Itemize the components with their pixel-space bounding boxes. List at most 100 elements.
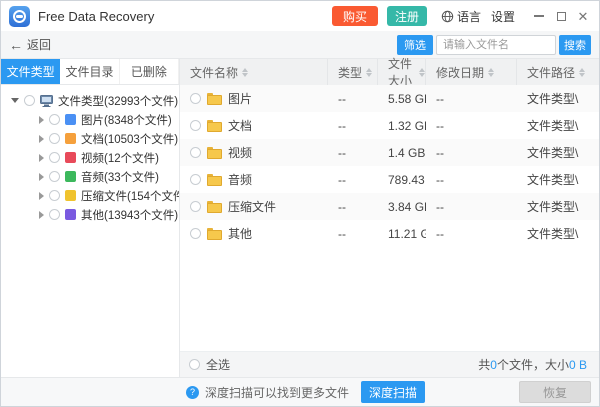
row-checkbox[interactable]	[190, 147, 201, 158]
row-checkbox[interactable]	[190, 93, 201, 104]
row-path: 文件类型\	[517, 90, 599, 107]
search-button[interactable]: 搜索	[559, 35, 591, 55]
column-header-path[interactable]: 文件路径	[517, 59, 599, 85]
selection-bar: 全选 共0个文件，大小0 B	[180, 351, 599, 377]
sort-icon[interactable]	[488, 68, 494, 77]
content-area: 文件类型 文件目录 已删除 文件类型(32993个文件) 图片(8348个文件)	[1, 59, 599, 377]
tree-root-label: 文件类型(32993个文件)	[58, 93, 178, 109]
table-row[interactable]: 音频 -- 789.43 KB -- 文件类型\	[180, 166, 599, 193]
table-body: 图片 -- 5.58 GB -- 文件类型\ 文档 -- 1.32 GB -- …	[180, 85, 599, 351]
row-date: --	[426, 173, 517, 187]
close-icon: ✕	[578, 10, 589, 23]
title-bar: Free Data Recovery 购买 注册 语言 设置 ✕	[1, 1, 599, 31]
select-all-checkbox[interactable]	[189, 359, 200, 370]
sort-icon[interactable]	[579, 68, 585, 77]
maximize-button[interactable]	[553, 8, 569, 24]
language-label: 语言	[457, 8, 481, 25]
sort-icon[interactable]	[242, 68, 248, 77]
row-name: 其他	[228, 225, 252, 242]
tab-file-directory[interactable]: 文件目录	[60, 59, 119, 84]
tree-item-checkbox[interactable]	[49, 133, 60, 144]
document-type-icon	[65, 133, 76, 144]
table-row[interactable]: 视频 -- 1.4 GB -- 文件类型\	[180, 139, 599, 166]
folder-icon	[207, 147, 222, 159]
minimize-button[interactable]	[531, 8, 547, 24]
expand-arrow-icon[interactable]	[39, 173, 44, 181]
app-window: Free Data Recovery 购买 注册 语言 设置 ✕ ← 返回 筛选…	[0, 0, 600, 407]
search-input[interactable]	[436, 35, 556, 55]
table-row[interactable]: 其他 -- 11.21 GB -- 文件类型\	[180, 220, 599, 247]
row-name: 音频	[228, 171, 252, 188]
tree-item-audio[interactable]: 音频(33个文件)	[1, 167, 179, 186]
row-checkbox[interactable]	[190, 174, 201, 185]
image-type-icon	[65, 114, 76, 125]
select-all-control[interactable]: 全选	[189, 356, 230, 373]
table-row[interactable]: 压缩文件 -- 3.84 GB -- 文件类型\	[180, 193, 599, 220]
row-path: 文件类型\	[517, 198, 599, 215]
row-size: 11.21 GB	[378, 227, 426, 241]
row-checkbox[interactable]	[190, 228, 201, 239]
collapse-arrow-icon[interactable]	[11, 98, 19, 103]
back-arrow-icon: ←	[9, 38, 23, 52]
row-size: 789.43 KB	[378, 173, 426, 187]
column-header-date[interactable]: 修改日期	[426, 59, 517, 85]
column-header-type[interactable]: 类型	[328, 59, 378, 85]
table-row[interactable]: 文档 -- 1.32 GB -- 文件类型\	[180, 112, 599, 139]
select-all-label: 全选	[206, 356, 230, 373]
tree-item-archives[interactable]: 压缩文件(154个文件)	[1, 186, 179, 205]
tree-item-checkbox[interactable]	[49, 209, 60, 220]
expand-arrow-icon[interactable]	[39, 192, 44, 200]
folder-icon	[207, 201, 222, 213]
settings-button[interactable]: 设置	[491, 8, 515, 25]
toolbar: ← 返回 筛选 搜索	[1, 31, 599, 59]
register-button[interactable]: 注册	[387, 6, 427, 26]
row-name: 视频	[228, 144, 252, 161]
column-header-size[interactable]: 文件大小	[378, 59, 426, 85]
tree-item-label: 音频(33个文件)	[81, 169, 159, 185]
close-button[interactable]: ✕	[575, 8, 591, 24]
row-size: 3.84 GB	[378, 200, 426, 214]
row-size: 1.32 GB	[378, 119, 426, 133]
expand-arrow-icon[interactable]	[39, 135, 44, 143]
language-button[interactable]: 语言	[441, 8, 481, 25]
expand-arrow-icon[interactable]	[39, 211, 44, 219]
tree-root[interactable]: 文件类型(32993个文件)	[1, 91, 179, 110]
row-path: 文件类型\	[517, 144, 599, 161]
row-checkbox[interactable]	[190, 201, 201, 212]
recover-button[interactable]: 恢复	[519, 381, 591, 403]
expand-arrow-icon[interactable]	[39, 154, 44, 162]
deep-scan-button[interactable]: 深度扫描	[361, 381, 425, 403]
sidebar: 文件类型 文件目录 已删除 文件类型(32993个文件) 图片(8348个文件)	[1, 59, 180, 377]
buy-button[interactable]: 购买	[332, 6, 378, 26]
tree-item-checkbox[interactable]	[49, 171, 60, 182]
tree-item-checkbox[interactable]	[49, 152, 60, 163]
table-row[interactable]: 图片 -- 5.58 GB -- 文件类型\	[180, 85, 599, 112]
row-date: --	[426, 119, 517, 133]
back-button[interactable]: ← 返回	[9, 36, 51, 53]
tree-item-images[interactable]: 图片(8348个文件)	[1, 110, 179, 129]
tree-item-checkbox[interactable]	[49, 190, 60, 201]
tree-item-documents[interactable]: 文档(10503个文件)	[1, 129, 179, 148]
tree-item-label: 其他(13943个文件)	[81, 207, 178, 223]
tab-file-type[interactable]: 文件类型	[1, 59, 60, 84]
row-type: --	[328, 200, 378, 214]
sort-icon[interactable]	[366, 68, 372, 77]
row-type: --	[328, 173, 378, 187]
row-path: 文件类型\	[517, 171, 599, 188]
tree-item-other[interactable]: 其他(13943个文件)	[1, 205, 179, 224]
filter-button[interactable]: 筛选	[397, 35, 433, 55]
tree-root-checkbox[interactable]	[24, 95, 35, 106]
row-size: 1.4 GB	[378, 146, 426, 160]
tree-item-checkbox[interactable]	[49, 114, 60, 125]
column-header-name[interactable]: 文件名称	[180, 59, 328, 85]
row-date: --	[426, 227, 517, 241]
row-checkbox[interactable]	[190, 120, 201, 131]
expand-arrow-icon[interactable]	[39, 116, 44, 124]
sort-icon[interactable]	[419, 68, 425, 77]
selected-count: 0	[490, 358, 497, 372]
tab-deleted[interactable]: 已删除	[120, 59, 179, 84]
audio-type-icon	[65, 171, 76, 182]
row-type: --	[328, 119, 378, 133]
deep-scan-hint: 深度扫描可以找到更多文件	[205, 384, 349, 401]
tree-item-videos[interactable]: 视频(12个文件)	[1, 148, 179, 167]
